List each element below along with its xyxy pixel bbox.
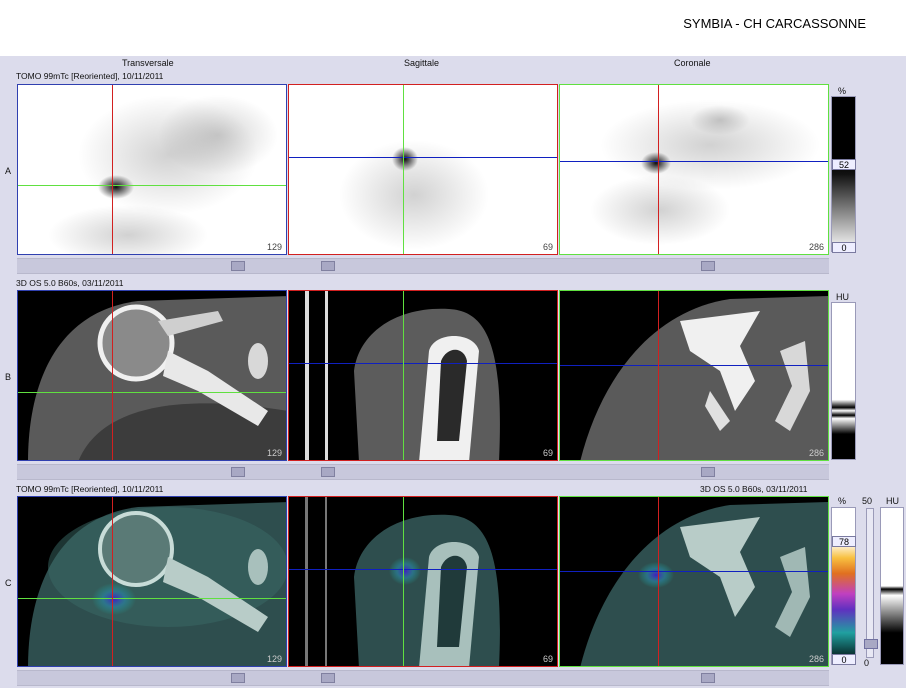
scroll-knob-sagittal[interactable] (321, 673, 335, 683)
column-header-transversal: Transversale (122, 58, 174, 68)
slice-number: 286 (808, 242, 824, 252)
nm-transversal-image (48, 95, 278, 254)
ct-transversal-image (28, 296, 286, 460)
viewport-b-coronal[interactable]: 286 (559, 290, 829, 461)
crosshair-vertical[interactable] (403, 291, 404, 460)
crosshair-horizontal[interactable] (289, 157, 557, 158)
series-info-row-c-nm: TOMO 99mTc [Reoriented], 10/11/2011 (16, 484, 164, 494)
slice-number: 129 (266, 242, 282, 252)
fusion-blend-min: 0 (864, 658, 870, 668)
scroll-knob-coronal[interactable] (701, 261, 715, 271)
scale-a-min-value[interactable]: 0 (832, 242, 856, 253)
slice-scrollbar-row-a[interactable] (17, 258, 829, 274)
scale-c-unit: % (838, 496, 847, 506)
crosshair-vertical[interactable] (112, 497, 113, 666)
scale-c-min-value[interactable]: 0 (832, 654, 856, 665)
crosshair-horizontal[interactable] (560, 571, 828, 572)
slice-scrollbar-row-b[interactable] (17, 464, 829, 480)
crosshair-vertical[interactable] (403, 85, 404, 254)
viewport-c-transversal[interactable]: 129 (17, 496, 287, 667)
slice-scrollbar-row-c[interactable] (17, 670, 829, 686)
crosshair-horizontal[interactable] (289, 569, 557, 570)
fusion-transversal-image (28, 502, 286, 666)
fusion-sagittal-image (305, 497, 500, 666)
fusion-coronal-image (580, 502, 828, 666)
crosshair-vertical[interactable] (658, 497, 659, 666)
crosshair-vertical[interactable] (658, 85, 659, 254)
slice-number: 129 (266, 448, 282, 458)
crosshair-horizontal[interactable] (18, 392, 286, 393)
slice-number: 69 (542, 242, 553, 252)
scale-a-unit: % (838, 86, 847, 96)
series-info-row-b: 3D OS 5.0 B60s, 03/11/2011 (16, 278, 124, 288)
crosshair-horizontal[interactable] (18, 598, 286, 599)
crosshair-horizontal[interactable] (289, 363, 557, 364)
ct-coronal-image (580, 296, 828, 460)
scroll-knob-sagittal[interactable] (321, 467, 335, 477)
slice-number: 69 (542, 448, 553, 458)
crosshair-horizontal[interactable] (560, 161, 828, 162)
fusion-blend-slider[interactable] (864, 508, 878, 658)
title-bar: SYMBIA - CH CARCASSONNE (0, 0, 906, 56)
viewport-b-transversal[interactable]: 129 (17, 290, 287, 461)
nm-sagittal-image (339, 140, 489, 250)
scroll-knob-transversal[interactable] (231, 673, 245, 683)
scale-c-colorbar[interactable] (831, 507, 856, 665)
slice-number: 286 (808, 448, 824, 458)
scale-c-window-value[interactable]: 78 (832, 536, 856, 547)
scale-a-window-value[interactable]: 52 (832, 159, 856, 170)
slice-number: 286 (808, 654, 824, 664)
site-name: SYMBIA - CH CARCASSONNE (683, 16, 866, 31)
scroll-knob-transversal[interactable] (231, 467, 245, 477)
scale-a-colorbar[interactable] (831, 96, 856, 252)
scroll-knob-coronal[interactable] (701, 673, 715, 683)
crosshair-vertical[interactable] (403, 497, 404, 666)
scale-c-ct-unit: HU (886, 496, 899, 506)
crosshair-horizontal[interactable] (560, 365, 828, 366)
row-label-b: B (5, 372, 12, 382)
row-label-a: A (5, 166, 12, 176)
scroll-knob-transversal[interactable] (231, 261, 245, 271)
scroll-knob-sagittal[interactable] (321, 261, 335, 271)
nm-coronal-image (590, 100, 820, 245)
slice-number: 129 (266, 654, 282, 664)
fusion-blend-max: 50 (862, 496, 873, 506)
row-label-c: C (5, 578, 12, 588)
scale-b-unit: HU (836, 292, 849, 302)
series-info-row-c-ct: 3D OS 5.0 B60s, 03/11/2011 (700, 484, 808, 494)
column-header-coronal: Coronale (674, 58, 711, 68)
crosshair-vertical[interactable] (112, 291, 113, 460)
column-header-sagittal: Sagittale (404, 58, 440, 68)
crosshair-vertical[interactable] (658, 291, 659, 460)
series-info-row-a: TOMO 99mTc [Reoriented], 10/11/2011 (16, 71, 164, 81)
viewport-a-sagittal[interactable]: 69 (288, 84, 558, 255)
scroll-knob-coronal[interactable] (701, 467, 715, 477)
ct-sagittal-image (305, 291, 500, 460)
viewport-a-transversal[interactable]: 129 (17, 84, 287, 255)
scale-b-colorbar[interactable] (831, 302, 856, 460)
viewport-b-sagittal[interactable]: 69 (288, 290, 558, 461)
viewport-a-coronal[interactable]: 286 (559, 84, 829, 255)
slice-number: 69 (542, 654, 553, 664)
viewport-c-sagittal[interactable]: 69 (288, 496, 558, 667)
fusion-blend-handle[interactable] (864, 639, 878, 649)
crosshair-vertical[interactable] (112, 85, 113, 254)
crosshair-horizontal[interactable] (18, 185, 286, 186)
scale-c-ct-colorbar[interactable] (880, 507, 904, 665)
viewport-c-coronal[interactable]: 286 (559, 496, 829, 667)
